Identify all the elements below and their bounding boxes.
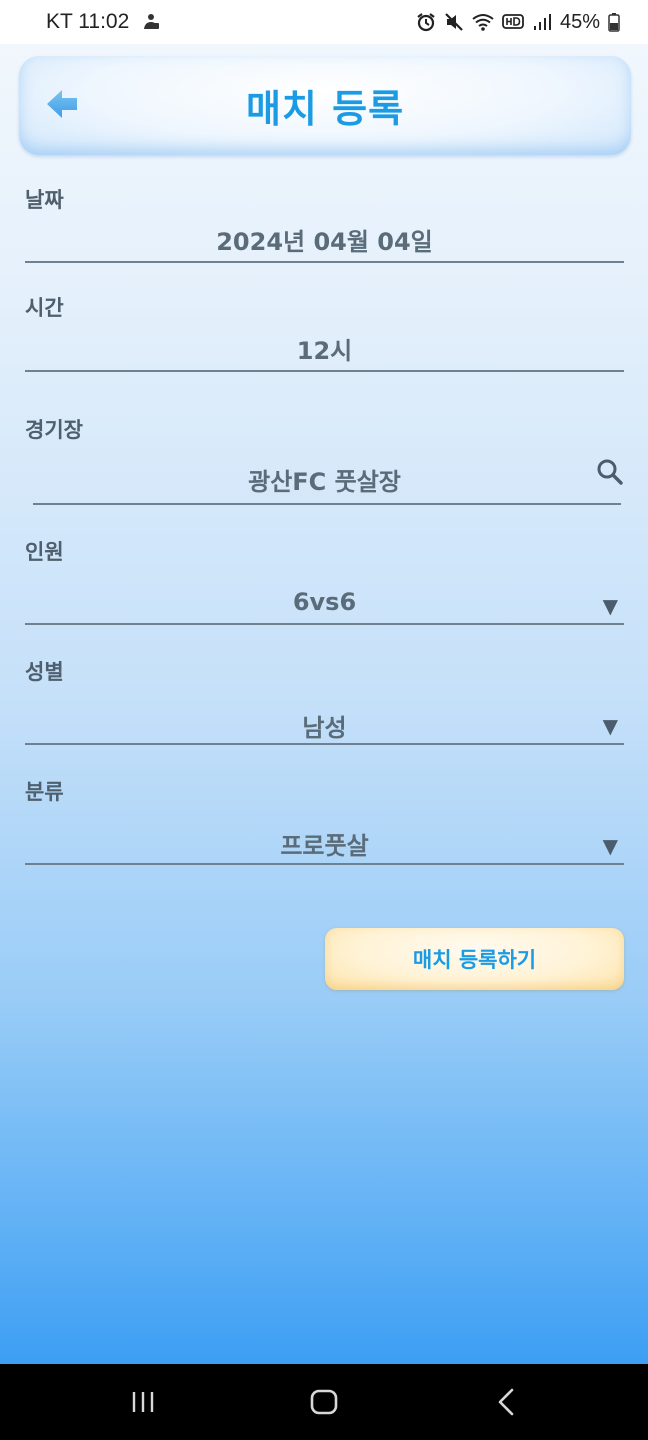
stadium-value[interactable]: 광산FC 풋살장 <box>25 462 624 497</box>
wifi-icon <box>472 14 494 31</box>
recent-apps-icon[interactable] <box>123 1386 163 1418</box>
home-icon[interactable] <box>304 1386 344 1418</box>
category-chevron-down-icon[interactable]: ▼ <box>603 834 618 858</box>
system-nav-bar <box>0 1364 648 1440</box>
players-dropdown[interactable]: 인원 6vs6 ▼ <box>25 532 624 626</box>
category-label: 분류 <box>25 780 64 804</box>
category-underline <box>25 863 624 865</box>
stadium-label: 경기장 <box>25 418 83 442</box>
players-underline <box>25 623 624 625</box>
status-bar: KT 11:02 45% <box>0 0 648 44</box>
gender-dropdown[interactable]: 성별 남성 ▼ <box>25 652 624 746</box>
carrier-time: KT 11:02 <box>46 10 130 33</box>
players-value[interactable]: 6vs6 <box>25 588 624 616</box>
gender-value[interactable]: 남성 <box>25 708 624 743</box>
players-label: 인원 <box>25 540 64 564</box>
category-dropdown[interactable]: 분류 프로풋살 ▼ <box>25 772 624 866</box>
signal-icon <box>533 14 551 30</box>
time-value[interactable]: 12시 <box>25 331 624 366</box>
date-underline <box>25 261 624 263</box>
category-value[interactable]: 프로풋살 <box>25 826 624 861</box>
date-field[interactable]: 날짜 2024년 04월 04일 <box>25 180 624 264</box>
stadium-underline <box>33 503 621 505</box>
players-chevron-down-icon[interactable]: ▼ <box>603 594 618 618</box>
register-match-button[interactable]: 매치 등록하기 <box>325 928 624 990</box>
date-value[interactable]: 2024년 04월 04일 <box>25 222 624 257</box>
battery-percent: 45% <box>559 10 600 33</box>
back-icon[interactable] <box>486 1386 526 1418</box>
gender-chevron-down-icon[interactable]: ▼ <box>603 714 618 738</box>
time-field[interactable]: 시간 12시 <box>25 288 624 374</box>
gender-label: 성별 <box>25 660 64 684</box>
stadium-field[interactable]: 경기장 광산FC 풋살장 <box>25 410 624 508</box>
date-label: 날짜 <box>25 188 64 212</box>
notification-icon <box>144 14 160 29</box>
time-label: 시간 <box>25 296 64 320</box>
mute-icon <box>445 13 463 31</box>
gender-underline <box>25 743 624 745</box>
header-card: 매치 등록 <box>19 56 631 155</box>
hd-icon <box>502 14 524 29</box>
alarm-icon <box>417 13 435 32</box>
page-title: 매치 등록 <box>245 87 405 131</box>
register-match-label: 매치 등록하기 <box>412 948 537 972</box>
back-arrow-icon[interactable] <box>45 86 81 122</box>
search-icon[interactable] <box>596 458 624 486</box>
time-underline <box>25 370 624 372</box>
battery-icon <box>608 13 620 32</box>
